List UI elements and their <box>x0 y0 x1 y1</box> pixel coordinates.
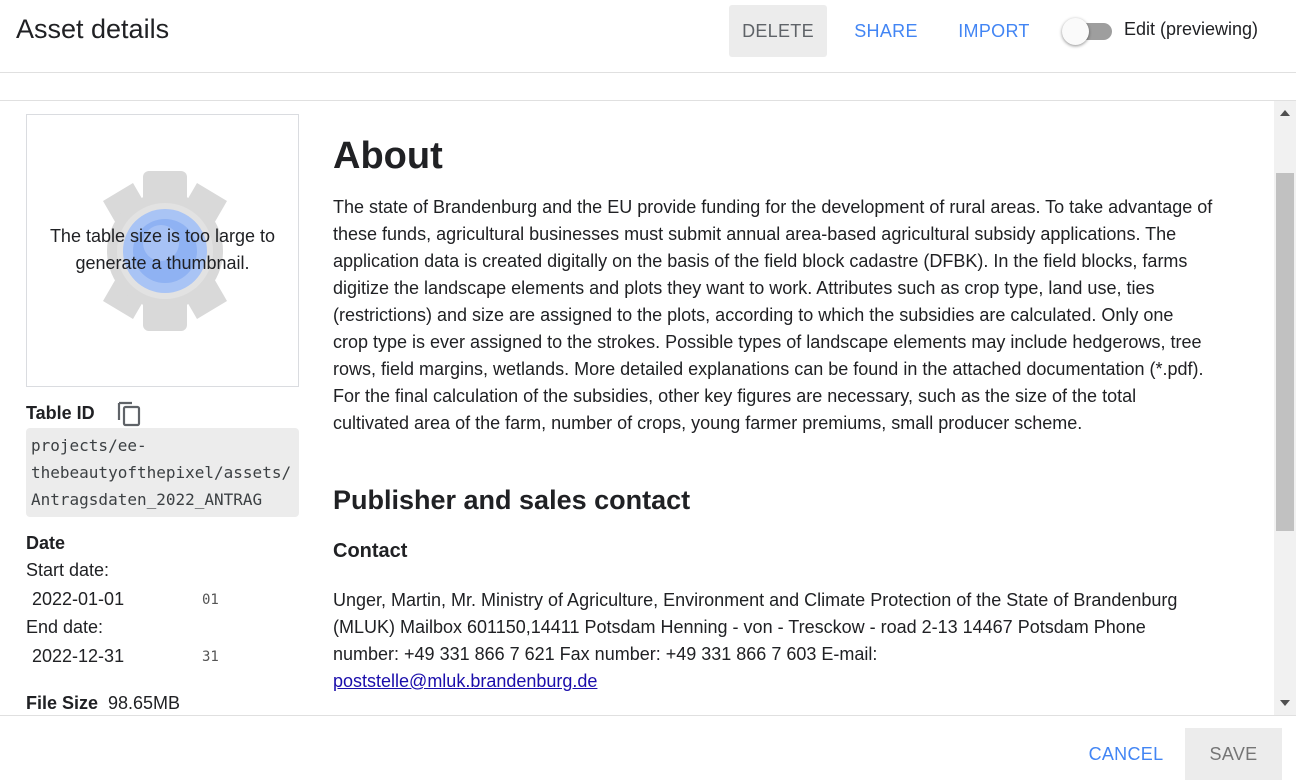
save-button[interactable]: SAVE <box>1185 728 1282 780</box>
dialog-footer: CANCEL SAVE <box>0 715 1296 780</box>
end-date-overflow: 31 <box>202 649 219 665</box>
contact-heading: Contact <box>333 540 408 562</box>
thumbnail-message: The table size is too large to generate … <box>49 226 276 273</box>
asset-content: The table size is too large to generate … <box>0 101 1274 715</box>
table-id-line: projects/ee- <box>31 436 147 455</box>
about-heading: About <box>333 135 443 177</box>
cancel-button[interactable]: CANCEL <box>1080 728 1172 780</box>
scroll-down-icon[interactable] <box>1274 693 1296 715</box>
scrollbar-thumb[interactable] <box>1276 173 1294 531</box>
publisher-heading: Publisher and sales contact <box>333 485 691 515</box>
share-button[interactable]: SHARE <box>843 5 929 57</box>
about-description: The state of Brandenburg and the EU prov… <box>333 197 1213 433</box>
header-spacer <box>0 74 1296 101</box>
copy-icon[interactable] <box>116 399 142 427</box>
date-label: Date <box>26 533 66 553</box>
content-scrollbar[interactable] <box>1274 101 1296 715</box>
edit-toggle-label: Edit (previewing) <box>1124 19 1259 39</box>
dialog-header: Asset details DELETE SHARE IMPORT Edit (… <box>0 0 1296 73</box>
start-date-label: Start date: <box>26 560 110 580</box>
file-size-value: 98.65MB <box>108 693 181 713</box>
contact-text: Unger, Martin, Mr. Ministry of Agricultu… <box>333 590 1178 664</box>
start-date-overflow: 01 <box>202 592 219 608</box>
edit-toggle[interactable] <box>1062 18 1114 45</box>
file-size-label: File Size <box>26 693 99 713</box>
contact-details: Unger, Martin, Mr. Ministry of Agricultu… <box>333 587 1213 695</box>
delete-button[interactable]: DELETE <box>729 5 827 57</box>
end-date-value: 2022-12-31 <box>32 646 125 666</box>
end-date-label: End date: <box>26 617 104 637</box>
contact-email-link[interactable]: poststelle@mluk.brandenburg.de <box>333 671 597 691</box>
start-date-value: 2022-01-01 <box>32 589 125 609</box>
table-id-value: projects/ee- thebeautyofthepixel/assets/… <box>26 428 299 517</box>
import-button[interactable]: IMPORT <box>947 5 1041 57</box>
table-id-label: Table ID <box>26 403 95 423</box>
table-id-line: Antragsdaten_2022_ANTRAG <box>31 490 263 509</box>
scroll-up-icon[interactable] <box>1274 101 1296 123</box>
toggle-thumb <box>1062 18 1089 45</box>
thumbnail-panel: The table size is too large to generate … <box>26 114 299 387</box>
table-id-line: thebeautyofthepixel/assets/ <box>31 463 292 482</box>
page-title: Asset details <box>16 14 170 44</box>
